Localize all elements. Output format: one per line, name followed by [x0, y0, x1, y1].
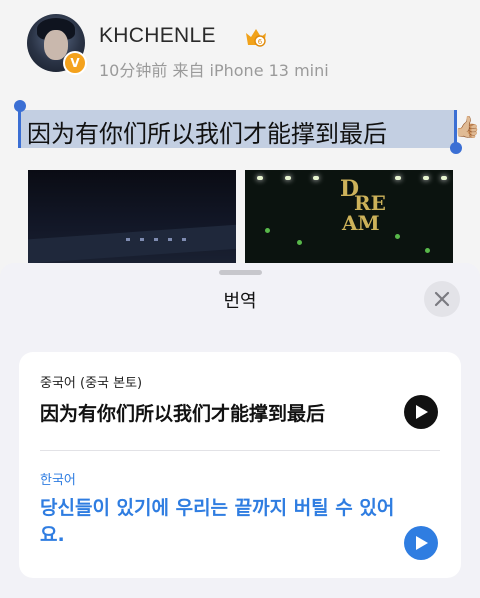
source-text: 因为有你们所以我们才能撑到最后	[40, 403, 326, 425]
target-language-label[interactable]: 한국어	[40, 469, 76, 488]
play-icon	[416, 536, 428, 550]
sheet-title: 번역	[223, 291, 257, 312]
source-language-label[interactable]: 중국어 (중국 본토)	[40, 372, 142, 391]
divider	[40, 450, 440, 451]
close-icon	[434, 291, 450, 307]
translation-card: 중국어 (중국 본토) 因为有你们所以我们才能撑到最后 한국어 당신들이 있기에…	[19, 352, 461, 578]
translated-text: 당신들이 있기에 우리는 끝까지 버틸 수 있어요.	[40, 497, 395, 546]
translation-sheet: 번역 중국어 (중국 본토) 因为有你们所以我们才能撑到最后 한국어 당신들이 …	[0, 263, 480, 598]
sheet-grabber[interactable]	[219, 270, 262, 275]
play-source-button[interactable]	[404, 395, 438, 429]
play-translation-button[interactable]	[404, 526, 438, 560]
close-button[interactable]	[424, 281, 460, 317]
play-icon	[416, 405, 428, 419]
